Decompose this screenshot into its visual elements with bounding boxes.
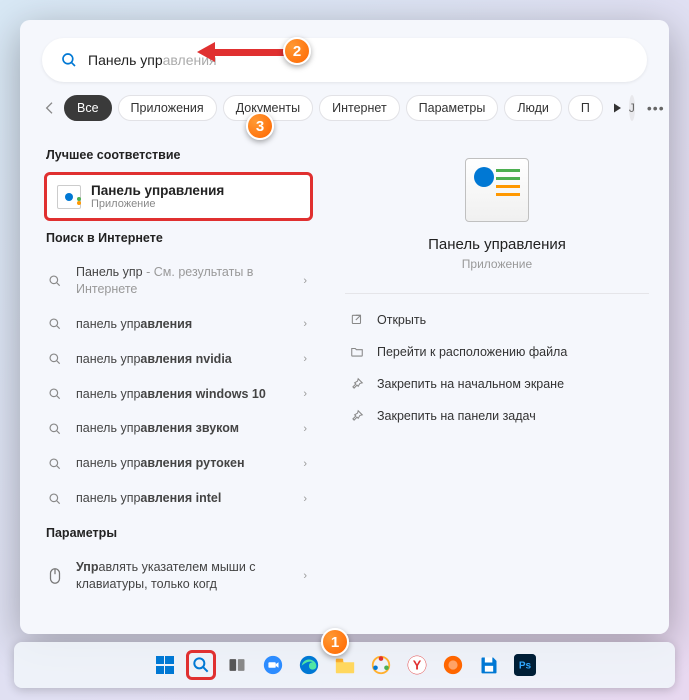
control-panel-icon-large (465, 158, 529, 222)
filter-chip-more[interactable]: П (568, 95, 603, 121)
svg-text:Y: Y (412, 658, 421, 673)
search-input[interactable]: Панель управления (42, 38, 647, 82)
web-result[interactable]: панель управления windows 10 › (44, 377, 313, 412)
best-match-title: Панель управления (91, 183, 224, 198)
section-settings: Параметры (46, 526, 325, 540)
filter-chip-apps[interactable]: Приложения (118, 95, 217, 121)
preview-subtitle: Приложение (345, 257, 649, 271)
best-match-item[interactable]: Панель управления Приложение (44, 172, 313, 221)
search-icon (46, 317, 64, 331)
section-web: Поиск в Интернете (46, 231, 325, 245)
photoshop-icon[interactable]: Ps (510, 650, 540, 680)
divider (345, 293, 649, 294)
filter-chip-people[interactable]: Люди (504, 95, 562, 121)
search-window: Панель управления Все Приложения Докумен… (20, 20, 669, 634)
preview-title: Панель управления (345, 236, 649, 253)
back-button[interactable] (42, 94, 58, 122)
annotation-marker-2: 2 (283, 37, 311, 65)
chevron-right-icon: › (303, 388, 307, 400)
preview-pane: Панель управления Приложение ОткрытьПере… (325, 132, 669, 634)
web-result[interactable]: панель управления nvidia › (44, 342, 313, 377)
app-icon-1[interactable] (366, 650, 396, 680)
preview-action[interactable]: Закрепить на панели задач (345, 400, 649, 432)
chevron-right-icon: › (303, 423, 307, 435)
chevron-right-icon: › (303, 353, 307, 365)
zoom-icon[interactable] (258, 650, 288, 680)
section-best-match: Лучшее соответствие (46, 148, 325, 162)
edge-icon[interactable] (294, 650, 324, 680)
chevron-right-icon: › (303, 318, 307, 330)
search-icon (46, 387, 64, 401)
control-panel-icon (57, 185, 81, 209)
start-button[interactable] (150, 650, 180, 680)
best-match-subtitle: Приложение (91, 198, 224, 210)
save-icon[interactable] (474, 650, 504, 680)
search-icon (46, 274, 64, 288)
chevron-right-icon: › (303, 458, 307, 470)
filter-bar: Все Приложения Документы Интернет Параме… (20, 94, 669, 132)
web-result[interactable]: панель управления › (44, 307, 313, 342)
open-icon (349, 313, 365, 327)
filter-chip-settings[interactable]: Параметры (406, 95, 499, 121)
folder-icon (349, 345, 365, 359)
taskview-button[interactable] (222, 650, 252, 680)
web-result[interactable]: панель управления intel › (44, 481, 313, 516)
results-pane: Лучшее соответствие Панель управления Пр… (20, 132, 325, 634)
filter-chip-internet[interactable]: Интернет (319, 95, 400, 121)
web-result[interactable]: Панель упр - См. результаты в Интернете … (44, 255, 313, 307)
yandex-icon[interactable]: Y (402, 650, 432, 680)
settings-result[interactable]: Управлять указателем мыши с клавиатуры, … (44, 550, 313, 602)
search-icon (46, 492, 64, 506)
pin-icon (349, 377, 365, 391)
search-icon (46, 457, 64, 471)
preview-action[interactable]: Открыть (345, 304, 649, 336)
chevron-right-icon: › (303, 493, 307, 505)
preview-action[interactable]: Закрепить на начальном экране (345, 368, 649, 400)
pin-icon (349, 409, 365, 423)
more-menu[interactable]: ••• (641, 100, 671, 116)
chevron-right-icon: › (303, 275, 307, 287)
search-icon (60, 51, 78, 69)
search-icon (46, 422, 64, 436)
filter-scroll-right[interactable] (611, 96, 623, 120)
mouse-icon (46, 567, 64, 585)
user-avatar[interactable]: J (629, 95, 635, 121)
app-icon-2[interactable] (438, 650, 468, 680)
annotation-arrow (197, 42, 287, 62)
web-result[interactable]: панель управления звуком › (44, 411, 313, 446)
search-icon (46, 352, 64, 366)
annotation-marker-3: 3 (246, 112, 274, 140)
filter-chip-all[interactable]: Все (64, 95, 112, 121)
annotation-marker-1: 1 (321, 628, 349, 656)
taskbar-search-button[interactable] (186, 650, 216, 680)
web-result[interactable]: панель управления рутокен › (44, 446, 313, 481)
chevron-right-icon: › (303, 570, 307, 582)
svg-text:Ps: Ps (518, 661, 531, 672)
preview-action[interactable]: Перейти к расположению файла (345, 336, 649, 368)
